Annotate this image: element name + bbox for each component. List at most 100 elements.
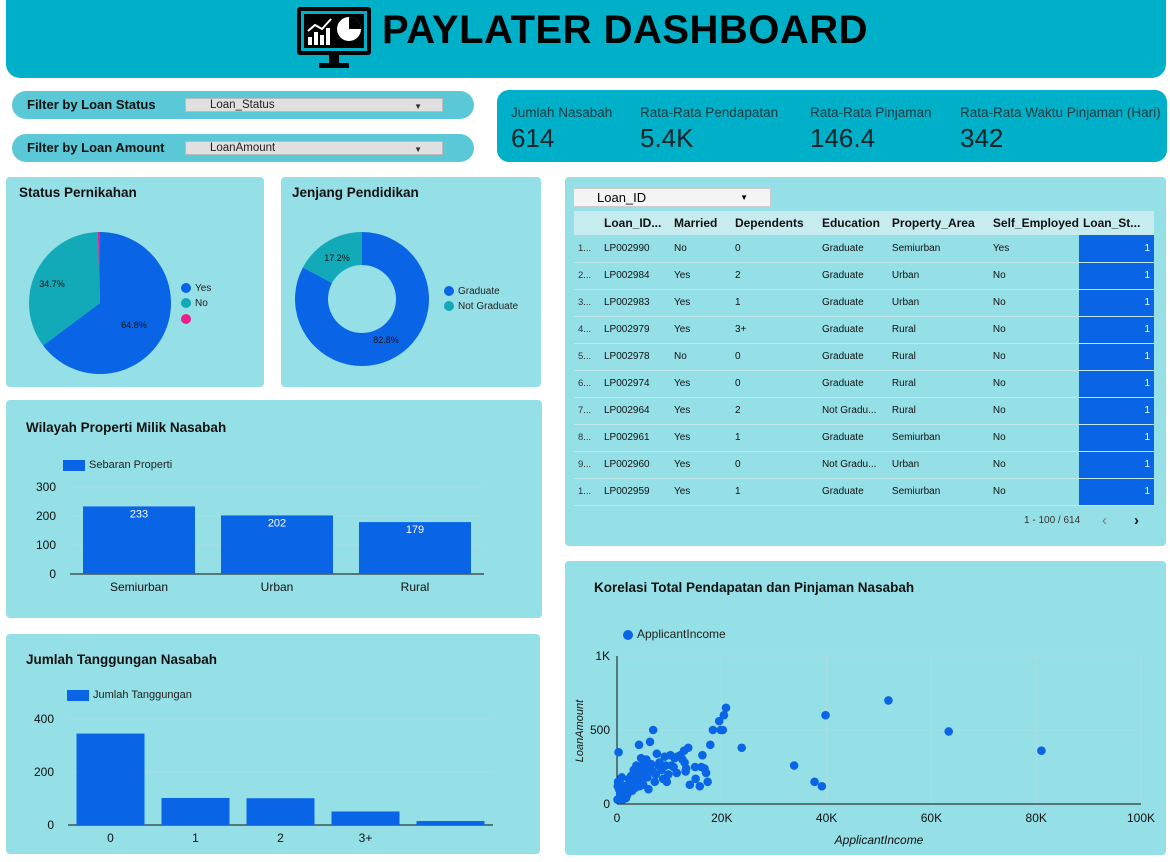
- scatter-point[interactable]: [650, 777, 660, 787]
- scatter-point[interactable]: [884, 696, 893, 705]
- scatter-point[interactable]: [614, 747, 623, 757]
- loan-status-dropdown[interactable]: Loan_Status ▼: [185, 98, 443, 112]
- legend-item-other: [181, 314, 195, 325]
- table-row[interactable]: 1... LP002990 No 0 Graduate Semiurban Yes 1: [574, 235, 1154, 263]
- scatter-point[interactable]: [681, 767, 690, 776]
- dependents-panel: Jumlah Tanggungan Nasabah 0 200 400 0 1 2 3+ J…: [6, 634, 540, 854]
- kpi-value-customers: 614: [511, 123, 555, 153]
- table-cell: Urban: [887, 289, 989, 317]
- table-cell: Graduate: [817, 370, 888, 398]
- table-cell: Yes: [669, 424, 731, 452]
- property-ytick-label: 200: [36, 509, 56, 523]
- dependents-ytick-label: 400: [34, 712, 54, 726]
- table-cell: Urban: [887, 262, 989, 290]
- scatter-point[interactable]: [645, 737, 655, 747]
- scatter-point[interactable]: [817, 781, 827, 791]
- kpi-value-income: 5.4K: [640, 123, 694, 153]
- scatter-point[interactable]: [613, 781, 623, 791]
- table-cell: Rural: [887, 370, 989, 398]
- scatter-point[interactable]: [705, 740, 715, 750]
- dependents-bar[interactable]: [246, 798, 315, 825]
- scatter-point[interactable]: [944, 727, 953, 736]
- marital-data-label: 64.8%: [121, 320, 147, 330]
- table-cell: Yes: [669, 478, 731, 506]
- kpi-label-term: Rata-Rata Waktu Pinjaman (Hari): [960, 105, 1161, 120]
- table-header-cell[interactable]: Loan_ID...: [599, 211, 670, 235]
- table-row[interactable]: 4... LP002979 Yes 3+ Graduate Rural No 1: [574, 316, 1154, 344]
- scatter-point[interactable]: [613, 795, 622, 804]
- dependents-bar[interactable]: [331, 811, 400, 825]
- table-row[interactable]: 3... LP002983 Yes 1 Graduate Urban No 1: [574, 289, 1154, 317]
- scatter-point[interactable]: [714, 716, 724, 726]
- scatter-point[interactable]: [685, 780, 695, 790]
- scatter-point[interactable]: [636, 753, 646, 763]
- education-data-label: 17.2%: [324, 253, 350, 263]
- table-cell: No: [669, 343, 731, 371]
- scatter-point[interactable]: [648, 725, 658, 735]
- education-donut-chart: 82.8% 17.2%: [295, 232, 429, 366]
- scatter-point[interactable]: [810, 777, 819, 787]
- dependents-bar[interactable]: [76, 733, 145, 825]
- education-data-label: 82.8%: [373, 335, 399, 345]
- table-header-row: Loan_ID... Married Dependents Education …: [574, 211, 1154, 235]
- legend-label-not-graduate: Not Graduate: [458, 301, 519, 312]
- loan-id-selector[interactable]: Loan_ID ▼: [573, 188, 771, 207]
- table-cell: 1: [1078, 397, 1154, 425]
- loan-amount-dropdown[interactable]: LoanAmount ▼: [185, 141, 443, 155]
- table-cell: No: [988, 343, 1079, 371]
- kpi-label-loan: Rata-Rata Pinjaman: [810, 105, 932, 120]
- dependents-bar[interactable]: [416, 821, 485, 825]
- legend-dot-graduate: [444, 286, 454, 297]
- scatter-point[interactable]: [652, 749, 662, 758]
- kpi-value-loan: 146.4: [810, 123, 876, 153]
- table-header-cell[interactable]: Education: [817, 211, 888, 235]
- loan-data-table: Loan_ID... Married Dependents Education …: [574, 211, 1154, 506]
- scatter-point[interactable]: [716, 725, 726, 735]
- table-header-cell[interactable]: Loan_St...: [1078, 211, 1154, 235]
- scatter-point[interactable]: [1037, 746, 1046, 756]
- prev-page-button[interactable]: ‹: [1102, 512, 1107, 529]
- kpi-label-income: Rata-Rata Pendapatan: [640, 105, 779, 120]
- table-row[interactable]: 9... LP002960 Yes 0 Not Gradu... Urban No 1: [574, 451, 1154, 479]
- table-row[interactable]: 8... LP002961 Yes 1 Graduate Semiurban No 1: [574, 424, 1154, 452]
- table-cell: 1: [1078, 316, 1154, 344]
- scatter-point[interactable]: [789, 761, 799, 770]
- scatter-point[interactable]: [658, 774, 668, 784]
- table-cell: Yes: [669, 451, 731, 479]
- table-row[interactable]: 7... LP002964 Yes 2 Not Gradu... Rural No 1: [574, 397, 1154, 425]
- scatter-point[interactable]: [703, 777, 712, 787]
- table-cell: Graduate: [817, 424, 888, 452]
- scatter-point[interactable]: [698, 750, 707, 760]
- table-cell: Rural: [887, 316, 989, 344]
- table-cell: Semiurban: [887, 424, 989, 452]
- dependents-xtick-label: 0: [107, 831, 114, 845]
- scatter-point[interactable]: [690, 762, 700, 772]
- table-header-cell[interactable]: Married: [669, 211, 731, 235]
- table-header-cell[interactable]: Dependents: [730, 211, 818, 235]
- scatter-point[interactable]: [634, 740, 644, 750]
- table-cell: LP002959: [599, 478, 670, 506]
- table-row[interactable]: 6... LP002974 Yes 0 Graduate Rural No 1: [574, 370, 1154, 398]
- table-header-cell[interactable]: Property_Area: [887, 211, 989, 235]
- table-row[interactable]: 2... LP002984 Yes 2 Graduate Urban No 1: [574, 262, 1154, 290]
- dependents-bar[interactable]: [161, 797, 230, 825]
- next-page-button[interactable]: ›: [1134, 512, 1139, 529]
- dashboard-monitor-icon: [297, 7, 371, 68]
- scatter-point[interactable]: [695, 781, 705, 791]
- filter-loan-amount: Filter by Loan Amount LoanAmount ▼: [12, 134, 474, 162]
- scatter-xtick-label: 20K: [711, 811, 732, 825]
- scatter-point[interactable]: [721, 703, 731, 713]
- table-row[interactable]: 1... LP002959 Yes 1 Graduate Semiurban No 1: [574, 478, 1154, 506]
- row-index: 3...: [574, 289, 600, 317]
- table-cell: Graduate: [817, 343, 888, 371]
- table-cell: 2: [730, 262, 818, 290]
- scatter-point[interactable]: [737, 743, 747, 753]
- table-header-cell[interactable]: Self_Employed: [988, 211, 1079, 235]
- scatter-point[interactable]: [821, 710, 830, 720]
- table-cell: 1: [1078, 370, 1154, 398]
- property-ytick-label: 0: [49, 567, 56, 581]
- table-row[interactable]: 5... LP002978 No 0 Graduate Rural No 1: [574, 343, 1154, 371]
- table-cell: LP002960: [599, 451, 670, 479]
- table-cell: Graduate: [817, 289, 888, 317]
- scatter-point[interactable]: [708, 725, 718, 735]
